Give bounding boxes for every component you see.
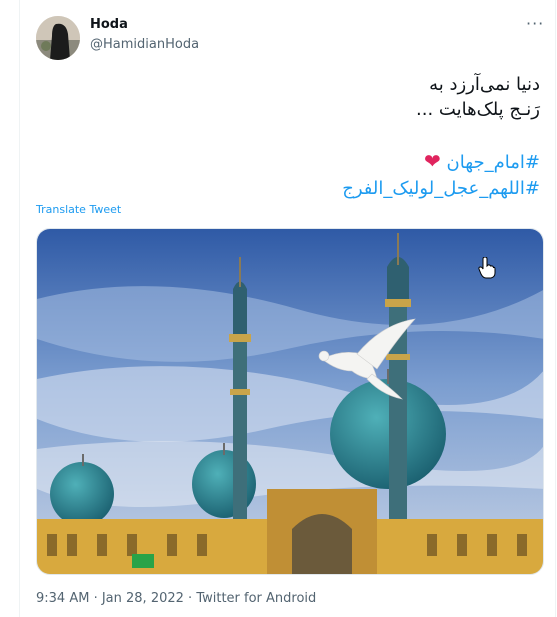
tweet-text: دنیا نمی‌آرزد به رَنـج پلک‌هایت ...	[60, 72, 540, 122]
mosque-dove-photo	[37, 229, 543, 574]
meta-separator: ·	[89, 591, 102, 606]
more-options-icon[interactable]: ···	[526, 14, 544, 33]
tweet-photo[interactable]	[36, 228, 544, 575]
display-name[interactable]: Hoda	[90, 17, 128, 32]
hashtag-1-text[interactable]: #امام_جهان	[447, 152, 540, 173]
tweet-card: Hoda @HamidianHoda ··· دنیا نمی‌آرزد به …	[19, 0, 556, 617]
tweet-line-2: رَنـج پلک‌هایت ...	[416, 99, 540, 120]
tweet-metadata: 9:34 AM · Jan 28, 2022 · Twitter for And…	[36, 591, 316, 606]
hand-pointer-icon	[478, 256, 496, 283]
avatar[interactable]	[36, 16, 80, 60]
hashtag-link-1[interactable]: #امام_جهان ❤	[60, 148, 540, 176]
translate-tweet-link[interactable]: Translate Tweet	[36, 203, 121, 216]
meta-separator: ·	[183, 591, 197, 606]
tweet-line-1: دنیا نمی‌آرزد به	[429, 74, 540, 95]
heart-icon: ❤	[424, 149, 441, 173]
tweet-time[interactable]: 9:34 AM	[36, 591, 89, 606]
hashtag-link-2[interactable]: #اللهم_عجل_لولیک_الفرج	[60, 176, 540, 202]
hashtag-block: #امام_جهان ❤ #اللهم_عجل_لولیک_الفرج	[60, 148, 540, 202]
tweet-date[interactable]: Jan 28, 2022	[102, 591, 184, 606]
tweet-source[interactable]: Twitter for Android	[196, 591, 316, 606]
user-handle[interactable]: @HamidianHoda	[90, 37, 199, 52]
